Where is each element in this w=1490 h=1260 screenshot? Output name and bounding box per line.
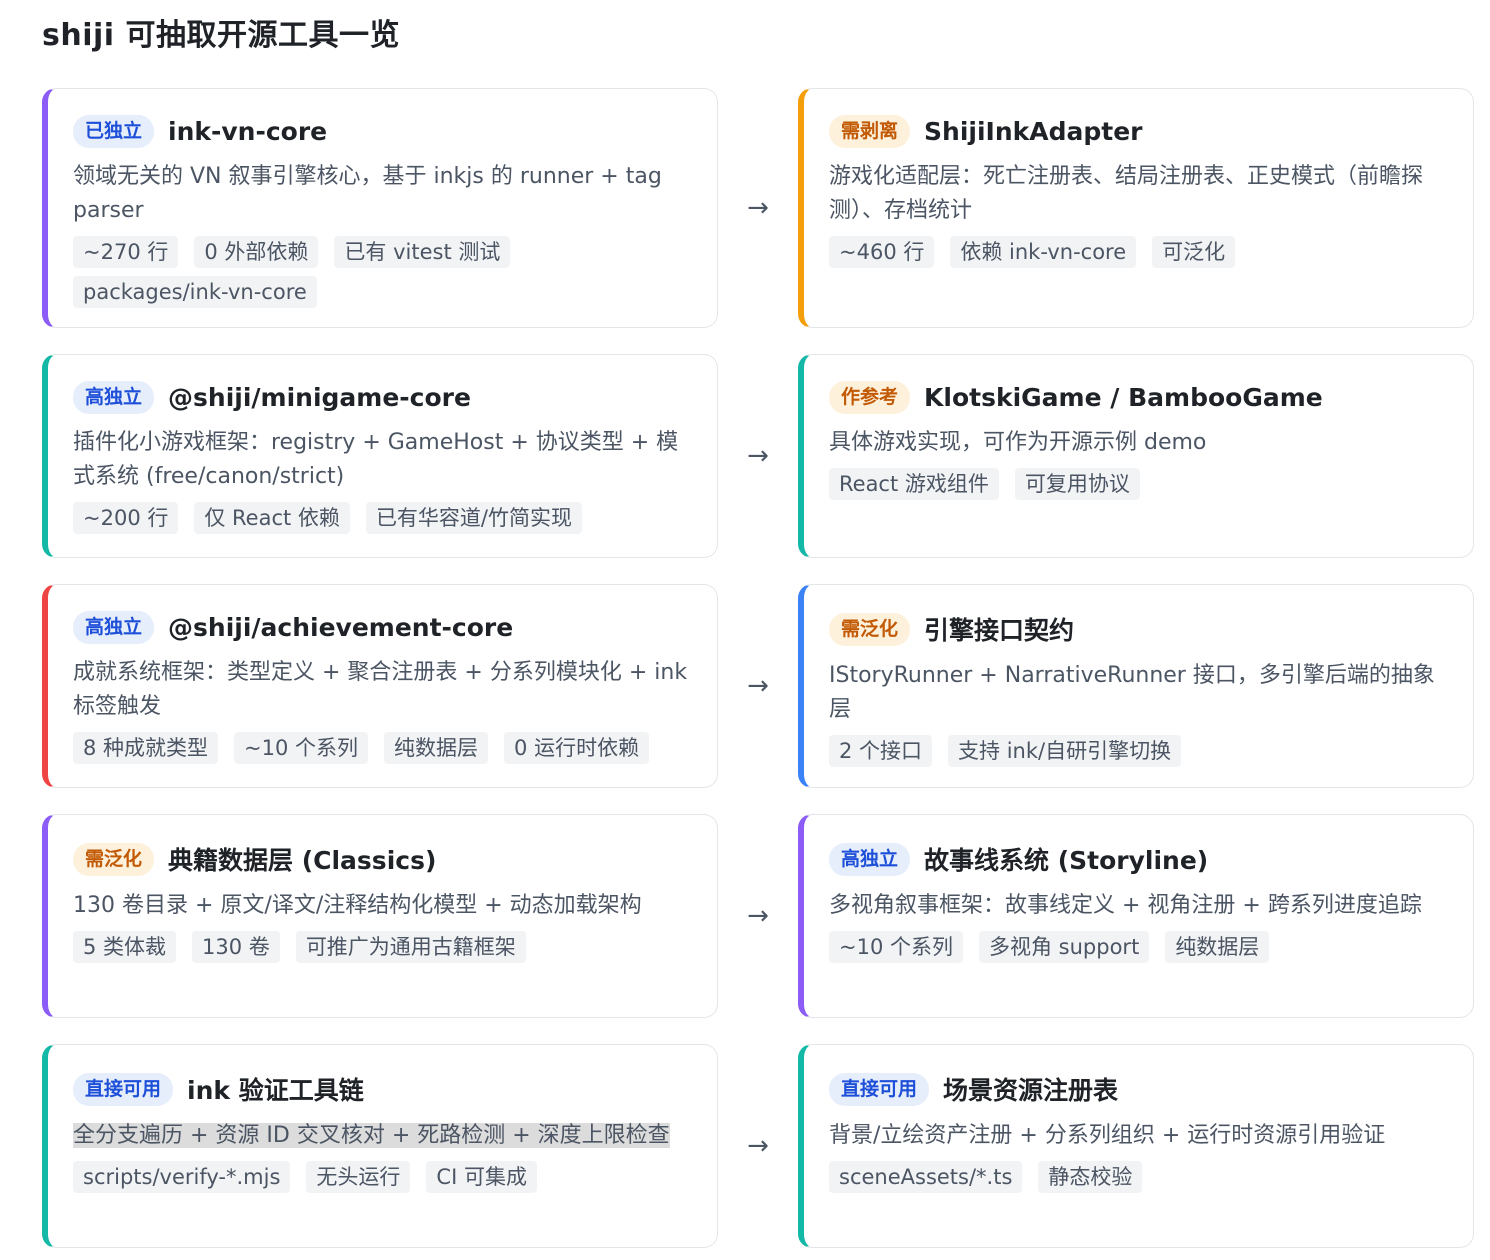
tag: CI 可集成: [426, 1161, 537, 1193]
tag: 已有 vitest 测试: [334, 236, 511, 268]
card-header: 直接可用 场景资源注册表: [829, 1071, 1449, 1107]
tool-name: @shiji/achievement-core: [168, 613, 514, 642]
tag: ~460 行: [829, 236, 935, 268]
status-badge: 作参考: [829, 381, 911, 414]
tag: 2 个接口: [829, 735, 933, 767]
status-badge: 需泛化: [829, 612, 911, 646]
page-title: shiji 可抽取开源工具一览: [42, 18, 401, 53]
tag-list: ~200 行 仅 React 依赖 已有华容道/竹简实现: [73, 502, 693, 534]
tag: 支持 ink/自研引擎切换: [948, 735, 1182, 767]
tool-name: 引擎接口契约: [924, 616, 1075, 645]
tool-name: 故事线系统 (Storyline): [924, 846, 1209, 875]
tag-list: React 游戏组件 可复用协议: [829, 468, 1449, 500]
tag: 仅 React 依赖: [194, 502, 350, 534]
tag: 静态校验: [1038, 1161, 1143, 1193]
arrow-right-icon: →: [747, 441, 769, 471]
status-badge: 需剥离: [829, 115, 911, 148]
tool-card-engine-interface[interactable]: 需泛化 引擎接口契约 IStoryRunner + NarrativeRunne…: [798, 584, 1474, 788]
card-header: 需泛化 引擎接口契约: [829, 611, 1449, 647]
status-badge: 已独立: [73, 115, 155, 148]
tag-list: scripts/verify-*.mjs 无头运行 CI 可集成: [73, 1161, 693, 1193]
tool-card-ink-verify[interactable]: 直接可用 ink 验证工具链 全分支遍历 + 资源 ID 交叉核对 + 死路检测…: [42, 1044, 718, 1248]
tool-name: 典籍数据层 (Classics): [168, 846, 437, 875]
tool-name: KlotskiGame / BambooGame: [924, 383, 1323, 412]
tag: 可推广为通用古籍框架: [295, 931, 526, 963]
tag: 0 外部依赖: [194, 236, 319, 268]
tool-grid: 已独立 ink-vn-core 领域无关的 VN 叙事引擎核心，基于 inkjs…: [42, 88, 1474, 1248]
tag: 无头运行: [306, 1161, 411, 1193]
tag: React 游戏组件: [829, 468, 999, 500]
tag: 可泛化: [1152, 236, 1236, 268]
card-header: 高独立 故事线系统 (Storyline): [829, 841, 1449, 877]
tag: 5 类体裁: [73, 931, 177, 963]
tag: 纯数据层: [384, 732, 489, 764]
tag-list: 8 种成就类型 ~10 个系列 纯数据层 0 运行时依赖: [73, 732, 693, 764]
tool-card-scene-assets[interactable]: 直接可用 场景资源注册表 背景/立绘资产注册 + 分系列组织 + 运行时资源引用…: [798, 1044, 1474, 1248]
arrow-right-icon: →: [747, 193, 769, 223]
tag-list: ~270 行 0 外部依赖 已有 vitest 测试 packages/ink-…: [73, 236, 693, 308]
card-header: 已独立 ink-vn-core: [73, 115, 693, 148]
tool-description: 130 卷目录 + 原文/译文/注释结构化模型 + 动态加载架构: [73, 893, 642, 918]
tag: ~270 行: [73, 236, 179, 268]
tool-description: 成就系统框架：类型定义 + 聚合注册表 + 分系列模块化 + ink 标签触发: [73, 660, 688, 719]
tool-description: 多视角叙事框架：故事线定义 + 视角注册 + 跨系列进度追踪: [829, 893, 1422, 918]
arrow-right-icon: →: [747, 671, 769, 701]
tag: ~10 个系列: [829, 931, 963, 963]
tool-card-storyline[interactable]: 高独立 故事线系统 (Storyline) 多视角叙事框架：故事线定义 + 视角…: [798, 814, 1474, 1018]
card-header: 高独立 @shiji/minigame-core: [73, 381, 693, 414]
card-header: 需剥离 ShijiInkAdapter: [829, 115, 1449, 148]
card-header: 作参考 KlotskiGame / BambooGame: [829, 381, 1449, 414]
tool-card-ink-vn-core[interactable]: 已独立 ink-vn-core 领域无关的 VN 叙事引擎核心，基于 inkjs…: [42, 88, 718, 328]
tag: 130 卷: [192, 931, 280, 963]
tag: ~200 行: [73, 502, 179, 534]
tag-list: 2 个接口 支持 ink/自研引擎切换: [829, 735, 1449, 767]
tool-card-achievement-core[interactable]: 高独立 @shiji/achievement-core 成就系统框架：类型定义 …: [42, 584, 718, 788]
tag: 8 种成就类型: [73, 732, 219, 764]
tool-description: IStoryRunner + NarrativeRunner 接口，多引擎后端的…: [829, 663, 1435, 722]
tag-list: sceneAssets/*.ts 静态校验: [829, 1161, 1449, 1193]
tool-card-klotski-bamboo[interactable]: 作参考 KlotskiGame / BambooGame 具体游戏实现，可作为开…: [798, 354, 1474, 558]
tag: 多视角 support: [979, 931, 1150, 963]
tool-name: ink 验证工具链: [187, 1076, 364, 1105]
tool-card-classics[interactable]: 需泛化 典籍数据层 (Classics) 130 卷目录 + 原文/译文/注释结…: [42, 814, 718, 1018]
tool-description: 插件化小游戏框架：registry + GameHost + 协议类型 + 模式…: [73, 430, 679, 489]
tag: 0 运行时依赖: [504, 732, 650, 764]
tool-card-minigame-core[interactable]: 高独立 @shiji/minigame-core 插件化小游戏框架：regist…: [42, 354, 718, 558]
card-header: 高独立 @shiji/achievement-core: [73, 611, 693, 644]
tag: 可复用协议: [1014, 468, 1140, 500]
status-badge: 直接可用: [829, 1072, 930, 1106]
selected-text: 全分支遍历 + 资源 ID 交叉核对 + 死路检测 + 深度上限检查: [73, 1123, 670, 1148]
tag: 已有华容道/竹简实现: [365, 502, 583, 534]
card-header: 需泛化 典籍数据层 (Classics): [73, 841, 693, 877]
tag: 纯数据层: [1165, 931, 1270, 963]
tool-description: 游戏化适配层：死亡注册表、结局注册表、正史模式（前瞻探测）、存档统计: [829, 164, 1424, 223]
card-header: 直接可用 ink 验证工具链: [73, 1071, 693, 1107]
tool-description: 领域无关的 VN 叙事引擎核心，基于 inkjs 的 runner + tag …: [73, 164, 662, 223]
tool-name: @shiji/minigame-core: [168, 383, 471, 412]
tool-card-shiji-ink-adapter[interactable]: 需剥离 ShijiInkAdapter 游戏化适配层：死亡注册表、结局注册表、正…: [798, 88, 1474, 328]
tag: packages/ink-vn-core: [73, 276, 317, 308]
tag-list: ~460 行 依赖 ink-vn-core 可泛化: [829, 236, 1449, 268]
arrow-right-icon: →: [747, 1131, 769, 1161]
status-badge: 高独立: [73, 381, 155, 414]
tool-description: 具体游戏实现，可作为开源示例 demo: [829, 430, 1207, 455]
status-badge: 直接可用: [73, 1072, 174, 1106]
tag: sceneAssets/*.ts: [829, 1161, 1023, 1193]
tool-name: ink-vn-core: [168, 117, 328, 146]
tag: ~10 个系列: [234, 732, 369, 764]
tag-list: 5 类体裁 130 卷 可推广为通用古籍框架: [73, 931, 693, 963]
tool-name: ShijiInkAdapter: [924, 117, 1143, 146]
page: shiji 可抽取开源工具一览 已独立 ink-vn-core 领域无关的 VN…: [0, 0, 1490, 1260]
tool-description: 全分支遍历 + 资源 ID 交叉核对 + 死路检测 + 深度上限检查: [73, 1119, 693, 1153]
arrow-right-icon: →: [747, 901, 769, 931]
tag-list: ~10 个系列 多视角 support 纯数据层: [829, 931, 1449, 963]
status-badge: 高独立: [73, 611, 155, 644]
tag: 依赖 ink-vn-core: [950, 236, 1137, 268]
status-badge: 需泛化: [73, 842, 155, 876]
tool-name: 场景资源注册表: [943, 1076, 1119, 1105]
status-badge: 高独立: [829, 842, 911, 876]
tool-description: 背景/立绘资产注册 + 分系列组织 + 运行时资源引用验证: [829, 1123, 1386, 1148]
tag: scripts/verify-*.mjs: [73, 1161, 291, 1193]
